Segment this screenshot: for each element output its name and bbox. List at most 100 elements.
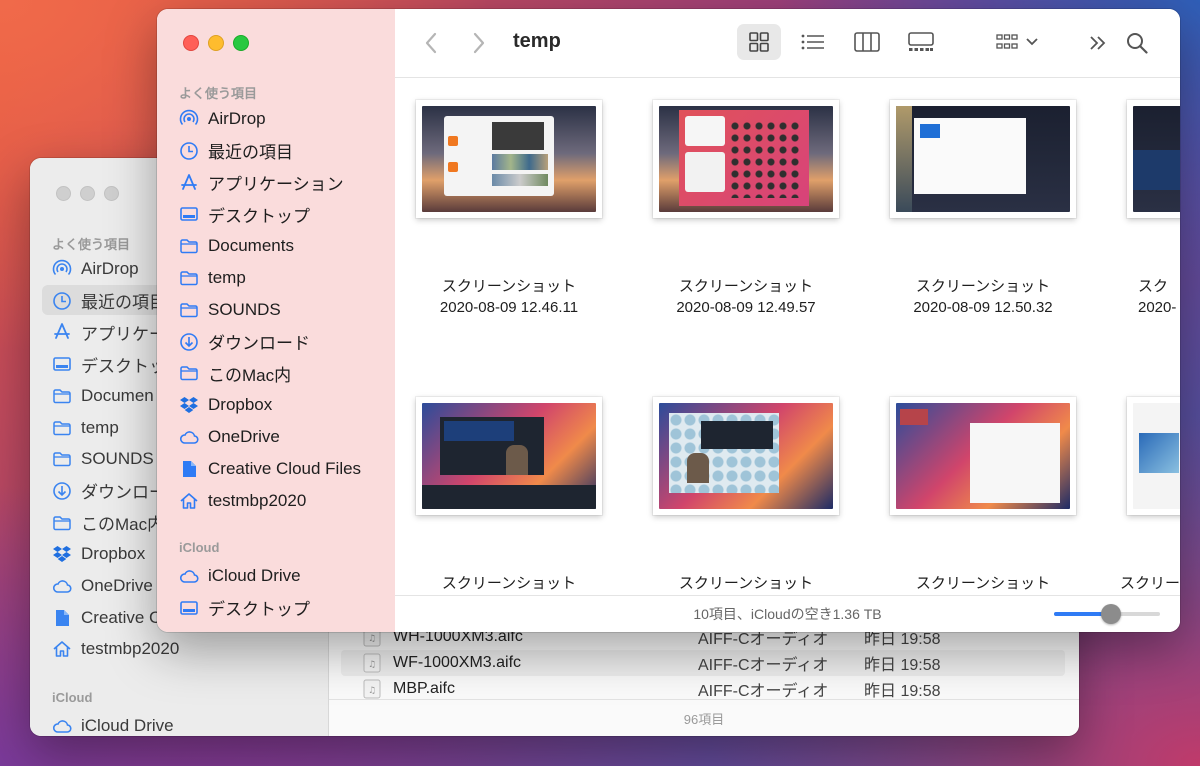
sidebar-item-label: testmbp2020 xyxy=(81,639,180,659)
search-icon xyxy=(1127,33,1148,54)
sidebar-item-airdrop[interactable]: AirDrop xyxy=(52,255,139,283)
sidebar-item-label: Dropbox xyxy=(208,395,273,415)
zoom-button-inactive[interactable] xyxy=(104,186,119,201)
sidebar-item-testmbp2020[interactable]: testmbp2020 xyxy=(179,487,306,515)
file-item[interactable]: スク 2020- xyxy=(1120,100,1180,318)
sidebar-item-label: 最近の項目 xyxy=(208,143,293,163)
file-date: 昨日 19:58 xyxy=(864,657,941,674)
gallery-icon xyxy=(908,32,934,51)
file-item[interactable]: スクリーンショット xyxy=(409,397,609,594)
sidebar-item-creative-c[interactable]: Creative C xyxy=(52,604,161,632)
double-chevron-icon xyxy=(1090,36,1106,50)
front-finder-window[interactable]: よく使う項目 AirDrop 最近の項目 アプリケーション デスクトップ Documen… xyxy=(157,9,1180,632)
clock-icon xyxy=(179,141,199,161)
sidebar-item-dropbox[interactable]: Dropbox xyxy=(179,391,272,419)
home-icon xyxy=(52,639,72,659)
applications-icon xyxy=(52,322,72,342)
chevron-down-icon xyxy=(1026,38,1038,46)
file-thumbnail xyxy=(1127,397,1180,515)
audio-file-icon: ♫ xyxy=(363,679,381,699)
sidebar-item-label: このMac内 xyxy=(208,365,292,385)
gallery-view-button[interactable] xyxy=(899,24,943,60)
sidebar-item-ダウンロー[interactable]: ダウンロー xyxy=(52,477,166,505)
close-button[interactable] xyxy=(183,35,199,51)
applications-icon xyxy=(179,173,199,193)
back-button[interactable] xyxy=(419,29,443,57)
sidebar-section-favorites: よく使う項目 xyxy=(52,237,131,252)
close-button-inactive[interactable] xyxy=(56,186,71,201)
window-title: temp xyxy=(513,30,561,52)
minimize-button[interactable] xyxy=(208,35,224,51)
file-name-line1: スクリーンショット xyxy=(441,278,577,295)
sidebar-item-アプリケー[interactable]: アプリケー xyxy=(52,318,166,346)
icon-view-button[interactable] xyxy=(737,24,781,60)
sidebar-item-label: このMac内 xyxy=(81,515,165,535)
sidebar-item-デスクトップ[interactable]: デスクトップ xyxy=(179,594,310,622)
file-name-line1: スク xyxy=(1138,278,1169,295)
search-button[interactable] xyxy=(1123,29,1151,57)
sidebar-item-creative-cloud-files[interactable]: Creative Cloud Files xyxy=(179,455,361,483)
file-item[interactable]: スクリーン xyxy=(1120,397,1180,594)
folder-icon xyxy=(52,386,72,406)
sidebar-item-アプリケーション[interactable]: アプリケーション xyxy=(179,169,344,197)
more-toolbar-button[interactable] xyxy=(1085,29,1111,57)
file-item[interactable]: スクリーンショット 2020-08-09 12.46.11 xyxy=(409,100,609,318)
sidebar-item-sounds[interactable]: SOUNDS xyxy=(52,445,154,473)
airdrop-icon xyxy=(179,109,199,129)
sidebar-item-onedrive[interactable]: OneDrive xyxy=(52,572,153,600)
file-name-line1: スクリーンショット xyxy=(678,575,814,592)
sidebar-item-documents[interactable]: Documents xyxy=(179,232,294,260)
sidebar-item-dropbox[interactable]: Dropbox xyxy=(52,540,145,568)
sidebar-item-label: Creative Cloud Files xyxy=(208,458,362,478)
sidebar-item-最近の項目[interactable]: 最近の項目 xyxy=(179,137,293,165)
back-window-controls xyxy=(56,186,119,201)
airdrop-icon xyxy=(52,259,72,279)
sidebar-item-sounds[interactable]: SOUNDS xyxy=(179,296,281,324)
sidebar-item-label: AirDrop xyxy=(81,259,139,278)
file-thumbnail xyxy=(653,100,839,218)
file-item[interactable]: スクリーンショット xyxy=(646,397,846,594)
sidebar-item-このmac内[interactable]: このMac内 xyxy=(179,359,291,387)
folder-icon xyxy=(179,363,199,383)
sidebar-item-label: testmbp2020 xyxy=(208,490,307,510)
sidebar-item-label: AirDrop xyxy=(208,109,266,128)
file-item[interactable]: スクリーンショット xyxy=(883,397,1083,594)
sidebar-item-icloud-drive[interactable]: iCloud Drive xyxy=(52,712,174,736)
sidebar-item-ダウンロード[interactable]: ダウンロード xyxy=(179,328,310,356)
sidebar-item-デスクトップ[interactable]: デスクトップ xyxy=(179,200,310,228)
sidebar-item-temp[interactable]: temp xyxy=(52,414,119,442)
sidebar-item-label: Creative C xyxy=(81,607,162,627)
sidebar-section-icloud: iCloud xyxy=(52,690,93,705)
file-thumbnail xyxy=(890,100,1076,218)
group-by-dropdown[interactable] xyxy=(989,24,1045,60)
group-icon xyxy=(996,34,1018,49)
sidebar-item-label: Documen xyxy=(81,385,154,405)
column-view-button[interactable] xyxy=(845,24,889,60)
svg-text:♫: ♫ xyxy=(368,660,376,670)
file-item[interactable]: スクリーンショット 2020-08-09 12.50.32 xyxy=(883,100,1083,318)
sidebar-item-documen[interactable]: Documen xyxy=(52,382,154,410)
columns-icon xyxy=(854,32,880,52)
minimize-button-inactive[interactable] xyxy=(80,186,95,201)
folder-icon xyxy=(52,513,72,533)
zoom-button[interactable] xyxy=(233,35,249,51)
sidebar-item-label: Dropbox xyxy=(81,544,146,564)
svg-text:♫: ♫ xyxy=(368,634,376,644)
slider-knob[interactable] xyxy=(1101,604,1122,624)
sidebar-item-デスクトッ[interactable]: デスクトッ xyxy=(52,350,166,378)
icon-size-slider[interactable] xyxy=(1054,604,1160,624)
sidebar-item-airdrop[interactable]: AirDrop xyxy=(179,105,266,133)
sidebar-item-temp[interactable]: temp xyxy=(179,264,246,292)
sidebar-item-このmac内[interactable]: このMac内 xyxy=(52,509,164,537)
forward-button[interactable] xyxy=(467,29,491,57)
sidebar-item-label: ダウンロード xyxy=(208,334,310,354)
table-row[interactable]: ♫ WF-1000XM3.aifc AIFF-Cオーディオ 昨日 19:58 xyxy=(341,650,1065,676)
sidebar-item-onedrive[interactable]: OneDrive xyxy=(179,423,280,451)
sidebar-item-icloud-drive[interactable]: iCloud Drive xyxy=(179,562,301,590)
sidebar-item-最近の項目[interactable]: 最近の項目 xyxy=(52,287,166,315)
sidebar-item-label: SOUNDS xyxy=(81,449,154,469)
file-item[interactable]: スクリーンショット 2020-08-09 12.49.57 xyxy=(646,100,846,318)
list-view-button[interactable] xyxy=(791,24,835,60)
sidebar-item-testmbp2020[interactable]: testmbp2020 xyxy=(52,635,179,663)
home-icon xyxy=(179,491,199,511)
